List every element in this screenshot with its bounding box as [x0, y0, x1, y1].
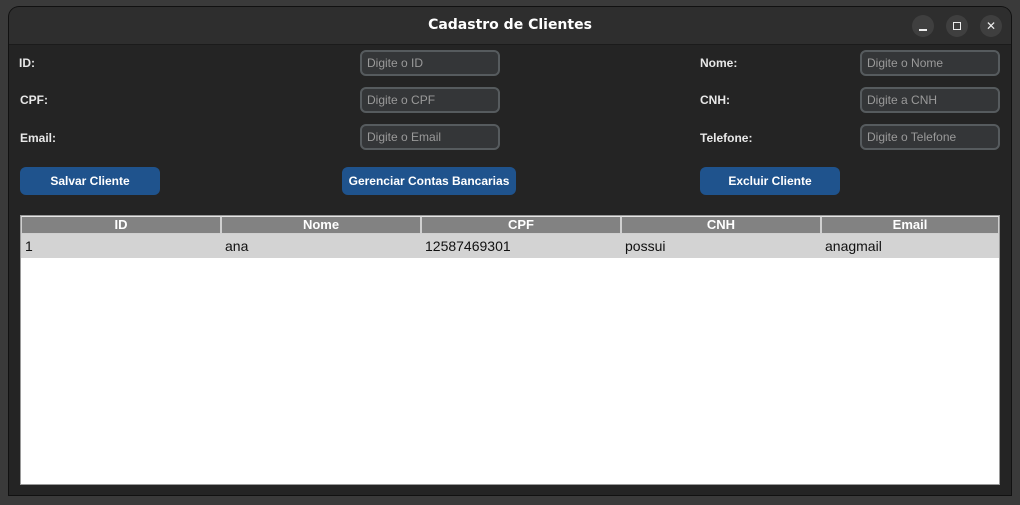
- column-header-id[interactable]: ID: [21, 216, 221, 234]
- cell-nome: ana: [225, 238, 249, 254]
- minimize-button[interactable]: [912, 15, 934, 37]
- manage-bank-accounts-button[interactable]: Gerenciar Contas Bancarias: [342, 167, 516, 195]
- cnh-input[interactable]: [860, 87, 1000, 113]
- minimize-icon: [919, 29, 927, 31]
- cell-email: anagmail: [825, 238, 882, 254]
- window-title: Cadastro de Clientes: [428, 17, 592, 33]
- app-window: Cadastro de Clientes ✕ ID: Nome: CPF: CN…: [9, 7, 1011, 495]
- maximize-button[interactable]: [946, 15, 968, 37]
- id-label: ID:: [19, 56, 35, 70]
- cnh-label: CNH:: [700, 93, 730, 107]
- clients-table[interactable]: ID Nome CPF CNH Email 1 ana 12587469301 …: [20, 215, 1000, 485]
- delete-client-button[interactable]: Excluir Cliente: [700, 167, 840, 195]
- cpf-label: CPF:: [20, 93, 48, 107]
- close-icon: ✕: [985, 19, 997, 33]
- maximize-icon: [953, 22, 961, 30]
- telefone-label: Telefone:: [700, 131, 753, 145]
- table-row[interactable]: 1 ana 12587469301 possui anagmail: [21, 234, 999, 258]
- telefone-input[interactable]: [860, 124, 1000, 150]
- table-header: ID Nome CPF CNH Email: [21, 216, 999, 234]
- column-header-email[interactable]: Email: [821, 216, 999, 234]
- save-client-button[interactable]: Salvar Cliente: [20, 167, 160, 195]
- nome-input[interactable]: [860, 50, 1000, 76]
- cell-cpf: 12587469301: [425, 238, 511, 254]
- nome-label: Nome:: [700, 56, 738, 70]
- cpf-input[interactable]: [360, 87, 500, 113]
- email-label: Email:: [20, 131, 57, 145]
- title-bar[interactable]: Cadastro de Clientes ✕: [9, 7, 1011, 45]
- id-input[interactable]: [360, 50, 500, 76]
- cell-id: 1: [25, 238, 33, 254]
- column-header-cpf[interactable]: CPF: [421, 216, 621, 234]
- column-header-nome[interactable]: Nome: [221, 216, 421, 234]
- cell-cnh: possui: [625, 238, 666, 254]
- column-header-cnh[interactable]: CNH: [621, 216, 821, 234]
- email-input[interactable]: [360, 124, 500, 150]
- close-button[interactable]: ✕: [980, 15, 1002, 37]
